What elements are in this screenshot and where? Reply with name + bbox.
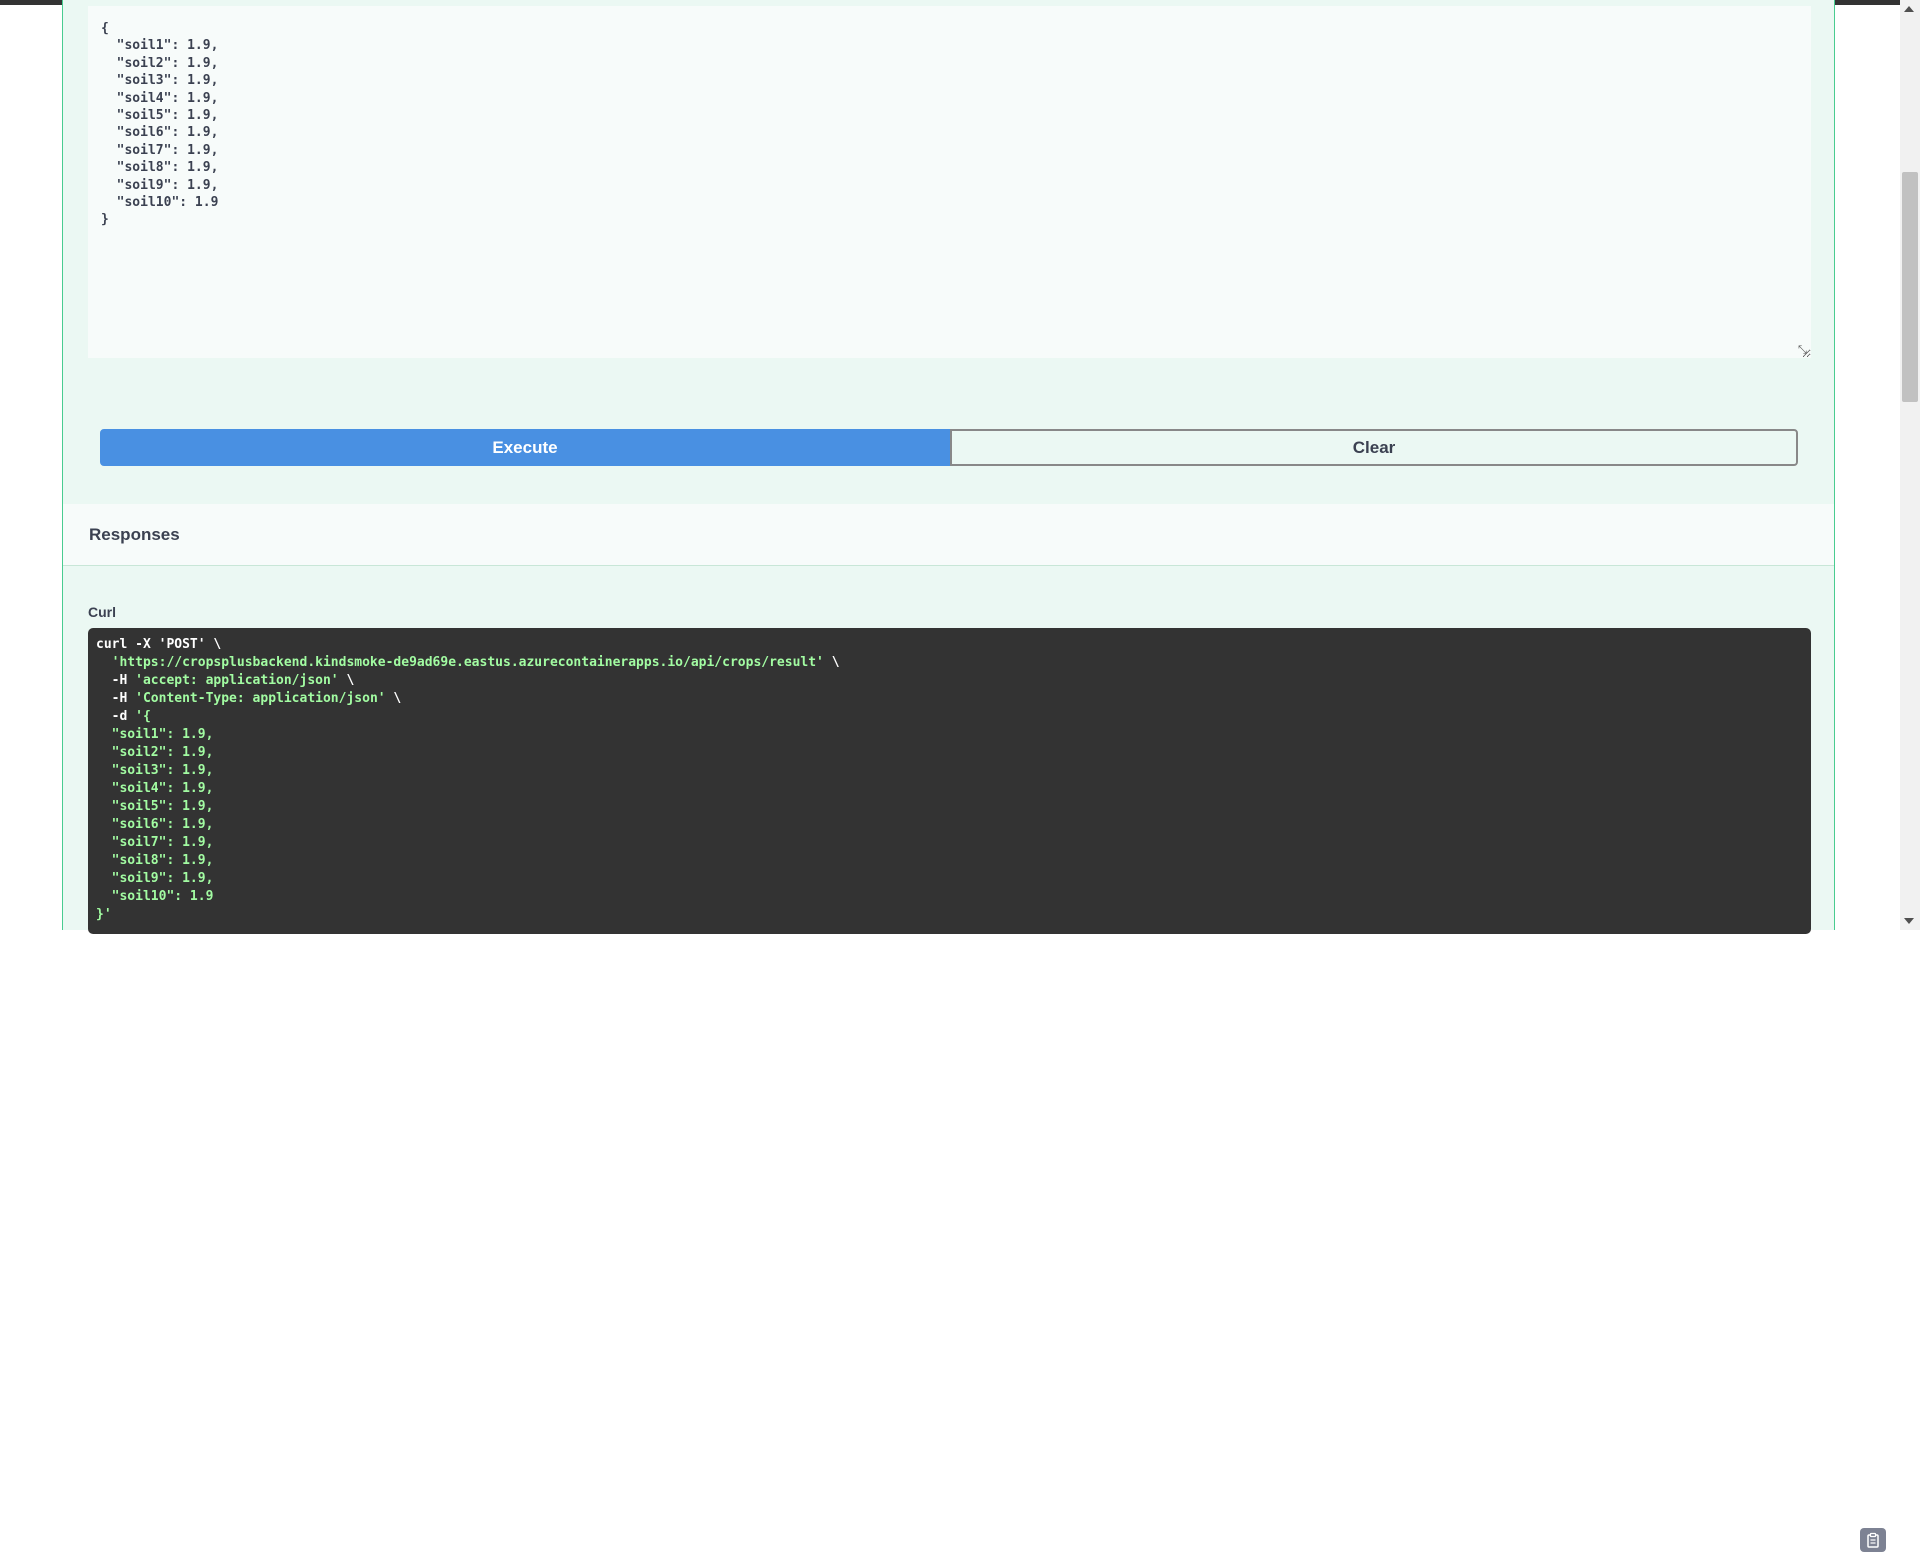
curl-data-body: '{ "soil1": 1.9, "soil2": 1.9, "soil3": … [96,709,214,922]
clipboard-icon [1867,1532,1879,1548]
curl-url: 'https://cropsplusbackend.kindsmoke-de9a… [111,655,824,670]
execute-button[interactable]: Execute [100,429,950,466]
scroll-up-arrow-icon[interactable] [1904,6,1914,12]
clear-button[interactable]: Clear [950,429,1798,466]
curl-data-flag: -d [111,709,128,724]
scroll-down-arrow-icon[interactable] [1904,918,1914,924]
scrollbar-thumb[interactable] [1902,172,1918,402]
curl-code-block[interactable]: curl -X 'POST' \ 'https://cropsplusbacke… [88,628,1886,1552]
vertical-scrollbar[interactable] [1900,0,1920,930]
resize-handle-icon[interactable]: ⤡ [1798,345,1808,356]
curl-header-content-type: -H 'Content-Type: application/json' \ [111,691,402,706]
request-body-editor[interactable] [88,6,1811,358]
curl-label: Curl [88,604,116,620]
execute-button-group: Execute Clear [100,429,1798,466]
curl-command: curl -X 'POST' \ [96,637,222,652]
curl-header-accept: -H 'accept: application/json' \ [111,673,355,688]
curl-code: curl -X 'POST' \ 'https://cropsplusbacke… [96,637,840,922]
responses-header: Responses [63,504,1834,566]
responses-title: Responses [89,525,180,544]
copy-to-clipboard-button[interactable] [1860,1528,1886,1552]
